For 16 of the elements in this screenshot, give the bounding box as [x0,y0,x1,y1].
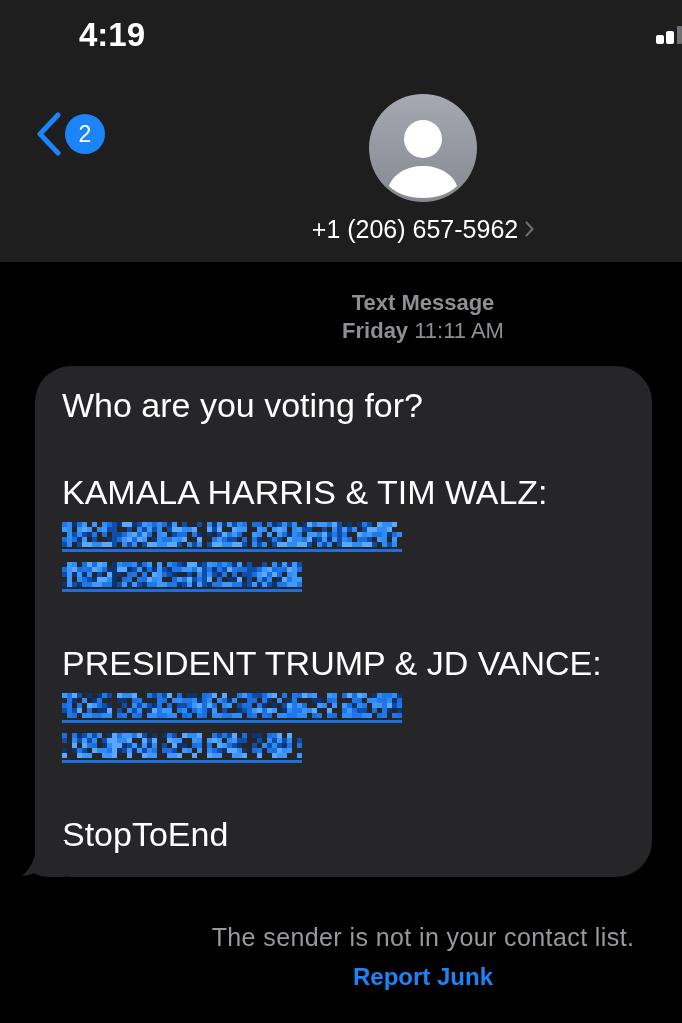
chevron-left-icon [36,112,62,156]
status-time: 4:19 [79,15,146,55]
message-text: StopToEnd [62,814,230,855]
unread-count-badge: 2 [65,114,105,154]
contact-button[interactable]: +1 (206) 657-5962 [311,216,535,242]
signal-icon [656,26,682,44]
back-button[interactable]: 2 [36,112,105,156]
message-text: KAMALA HARRIS & TIM WALZ: [62,472,549,513]
message-text: Who are you voting for? [62,385,424,426]
report-junk-link[interactable]: Report Junk [353,963,493,991]
avatar-icon[interactable] [369,94,477,202]
message-text: PRESIDENT TRUMP & JD VANCE: [62,643,603,684]
service-label: Text Message [351,289,495,317]
timestamp: Friday 11:11 AM [342,317,504,345]
chevron-right-icon [525,221,535,237]
unknown-sender-notice: The sender is not in your contact list. [211,923,635,951]
